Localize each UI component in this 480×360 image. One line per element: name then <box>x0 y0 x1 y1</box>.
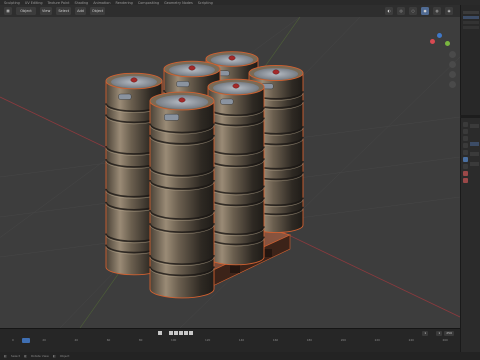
keg-valve <box>188 65 196 71</box>
keg-valve <box>272 69 280 75</box>
mode-dropdown[interactable]: Object <box>16 7 36 15</box>
view-menu[interactable]: View <box>40 7 53 15</box>
outliner-row-selected[interactable] <box>463 16 479 19</box>
playback-controls: 1 1 250 <box>0 329 460 337</box>
workspace-tab[interactable]: Scripting <box>198 1 213 5</box>
outliner-row[interactable] <box>463 11 479 14</box>
ruler-label: 160 <box>272 338 279 342</box>
play-reverse-icon[interactable] <box>174 331 178 335</box>
ruler-label: 240 <box>408 338 414 342</box>
keg-valve <box>232 83 240 89</box>
ruler-label: 40 <box>74 338 79 342</box>
keg-handle <box>164 113 179 121</box>
material-tab-icon[interactable] <box>463 171 468 176</box>
texture-tab-icon[interactable] <box>463 178 468 183</box>
workspace-tab[interactable]: Shading <box>74 1 88 5</box>
viewport-header: ▦ Object View Select Add Object ◐ ◎ ○ ● … <box>0 5 460 17</box>
keg-stack[interactable] <box>0 17 460 328</box>
keg-handle <box>176 81 190 88</box>
tool-tab-icon[interactable] <box>463 122 468 127</box>
jump-keyframe-forward-icon[interactable] <box>184 331 188 335</box>
outliner-panel[interactable] <box>460 5 480 115</box>
ruler-label: 220 <box>374 338 380 342</box>
ruler-label: 180 <box>306 338 313 342</box>
property-field[interactable] <box>470 142 479 146</box>
outliner-row[interactable] <box>463 26 479 29</box>
status-center-text: Rotate View <box>30 354 49 358</box>
zoom-icon[interactable] <box>449 51 456 58</box>
gizmo-y-axis[interactable] <box>445 41 450 46</box>
pan-hand-icon[interactable] <box>449 61 456 68</box>
workspace-tab[interactable]: Compositing <box>138 1 159 5</box>
workspace-tab[interactable]: Texture Paint <box>48 1 70 5</box>
jump-end-icon[interactable] <box>189 331 193 335</box>
ruler-label: 80 <box>138 338 143 342</box>
property-field[interactable] <box>470 162 479 166</box>
jump-keyframe-back-icon[interactable] <box>169 331 173 335</box>
jump-start-icon[interactable] <box>158 331 162 335</box>
beer-keg <box>207 78 265 266</box>
gizmo-x-axis[interactable] <box>430 39 435 44</box>
solid-shading-icon[interactable]: ● <box>421 7 429 15</box>
modifier-tab-icon[interactable] <box>463 164 468 169</box>
view-layer-tab-icon[interactable] <box>463 143 468 148</box>
playhead[interactable] <box>22 338 30 343</box>
ruler-label: 100 <box>171 338 177 342</box>
keg-handle <box>118 93 132 100</box>
end-frame-field[interactable]: 250 <box>444 330 454 336</box>
rendered-shading-icon[interactable]: ◉ <box>445 7 453 15</box>
beer-keg <box>149 91 215 299</box>
keg-valve <box>130 77 138 83</box>
visibility-icon[interactable]: ◐ <box>385 7 393 15</box>
ruler-label: 60 <box>106 338 111 342</box>
workspace-tab[interactable]: Animation <box>93 1 110 5</box>
ruler-label: 120 <box>204 338 211 342</box>
ruler-label: 0 <box>12 338 14 342</box>
play-icon[interactable] <box>179 331 183 335</box>
material-shading-icon[interactable]: ◍ <box>433 7 441 15</box>
ruler-label: 200 <box>340 338 347 342</box>
editor-type-icon[interactable]: ▦ <box>4 7 12 15</box>
add-menu[interactable]: Add <box>75 7 86 15</box>
workspace-tab[interactable]: Sculpting <box>4 1 20 5</box>
property-field[interactable] <box>470 124 479 128</box>
timeline-ruler[interactable]: 0 20 40 60 80 100 120 140 160 180 200 22… <box>0 338 460 343</box>
object-tab-icon[interactable] <box>463 157 468 162</box>
output-tab-icon[interactable] <box>463 136 468 141</box>
keg-valve <box>228 55 236 61</box>
current-frame-field[interactable]: 1 <box>422 330 429 336</box>
workspace-tab[interactable]: Rendering <box>116 1 133 5</box>
overlays-icon[interactable]: ◎ <box>397 7 405 15</box>
properties-panel[interactable] <box>460 118 480 360</box>
timeline-panel[interactable]: 1 1 250 0 20 40 60 80 100 120 140 160 18… <box>0 328 460 352</box>
mouse-icon: ◧ <box>52 354 56 358</box>
render-tab-icon[interactable] <box>463 129 468 134</box>
mouse-icon: ◧ <box>24 354 27 358</box>
wireframe-shading-icon[interactable]: ○ <box>409 7 417 15</box>
camera-view-icon[interactable] <box>449 71 456 78</box>
start-frame-field[interactable]: 1 <box>436 330 443 336</box>
workspace-tab[interactable]: UV Editing <box>25 1 43 5</box>
keg-valve <box>178 97 186 103</box>
ruler-label: 20 <box>42 338 46 342</box>
ruler-label: 140 <box>238 338 245 342</box>
object-menu[interactable]: Object <box>89 7 106 15</box>
status-bar: ◧ Select ◧ Rotate View ◧ Object <box>0 352 480 360</box>
perspective-toggle-icon[interactable] <box>449 81 456 88</box>
scene-tab-icon[interactable] <box>463 150 468 155</box>
workspace-tab[interactable]: Geometry Nodes <box>164 1 193 5</box>
gizmo-z-axis[interactable] <box>437 33 442 38</box>
mouse-icon: ◧ <box>4 354 7 358</box>
outliner-row[interactable] <box>463 21 479 24</box>
3d-viewport[interactable] <box>0 17 460 328</box>
status-right-text: Object <box>59 354 70 358</box>
keg-handle <box>220 98 234 105</box>
select-menu[interactable]: Select <box>56 7 72 15</box>
ruler-label: 260 <box>442 338 448 342</box>
property-field[interactable] <box>470 152 479 156</box>
status-left-text: Select <box>10 354 21 358</box>
